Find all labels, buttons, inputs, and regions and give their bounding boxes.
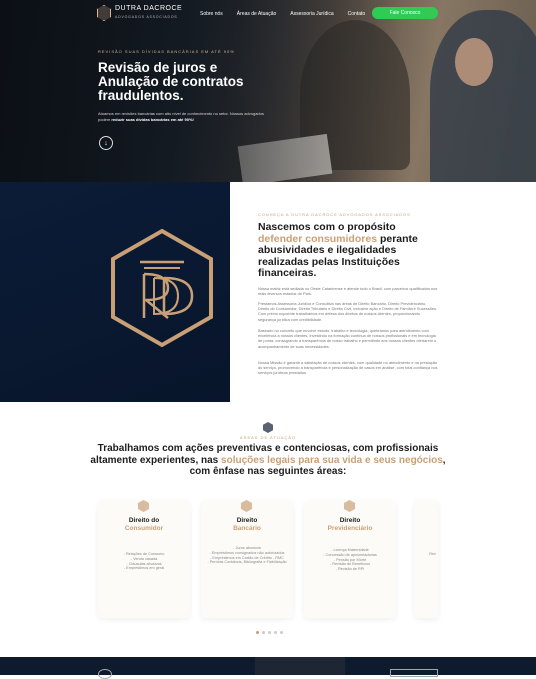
list-item: - Perícias Contábeis, Bibliografia e Fia… [207, 560, 287, 565]
area-card-partial[interactable]: Rev [414, 500, 438, 618]
areas-title: Trabalhamos com ações preventivas e cont… [90, 443, 446, 478]
card-title-line: Direito [236, 517, 258, 524]
card-list: - Juros abusivos - Empréstimos consignad… [201, 546, 293, 565]
logo-icon [98, 669, 112, 679]
areas-title-accent: soluções legais para sua vida e seus neg… [221, 454, 443, 466]
card-list: Rev [414, 552, 438, 557]
logo-name: DUTRA DACROCE [115, 5, 183, 12]
card-title-line: Direito [339, 517, 361, 524]
shield-icon [344, 500, 355, 512]
list-item: - Empréstimos consignados não autorizado… [209, 550, 285, 555]
area-card-consumidor[interactable]: Direito do Consumidor - Relações de Consu… [98, 500, 190, 618]
arrow-down-icon[interactable]: ↓ [99, 136, 113, 150]
monogram-logo-icon [111, 228, 213, 348]
card-title: Direito Previdenciário [304, 517, 396, 532]
photo-placeholder [255, 657, 345, 675]
top-navigation: DUTRA DACROCE ADVOGADOS ASSOCIADOS Sobre… [0, 0, 536, 28]
menu-item-sobre[interactable]: Sobre nós [200, 11, 223, 17]
carousel-dot[interactable] [280, 631, 283, 634]
card-title-accent: Bancário [233, 524, 261, 532]
about-title-accent: defender consumidores [258, 232, 378, 245]
card-list: - Licença Maternidade - Concessão de apo… [304, 548, 396, 572]
hero-lead-bold: reduzir suas dívidas bancárias em até 90… [111, 116, 194, 122]
scale-icon [138, 500, 149, 512]
card-title: Direito Bancário [201, 517, 293, 532]
about-paragraph: Prestamos Assessoria Jurídica e Consulti… [258, 301, 438, 322]
about-brand-panel [0, 182, 230, 402]
logo[interactable]: DUTRA DACROCE ADVOGADOS ASSOCIADOS [97, 5, 182, 21]
carousel-dot[interactable] [262, 631, 265, 634]
about-paragraph: Baseado no conceito que envolve estudo, … [258, 328, 437, 349]
list-item: Rev [429, 552, 436, 556]
about-title-text: Nascemos com o propósito [258, 221, 396, 233]
logo-subtitle: ADVOGADOS ASSOCIADOS [115, 15, 178, 19]
main-menu: Sobre nós Áreas de Atuação Assessoria Ju… [200, 11, 365, 17]
menu-item-areas[interactable]: Áreas de Atuação [237, 11, 276, 17]
card-list: - Relações de Consumo - Venda casada - C… [98, 552, 190, 571]
areas-section: ÁREAS DE ATUAÇÃO Trabalhamos com ações p… [0, 402, 536, 657]
hero-eyebrow: REVISÃO SUAS DÍVIDAS BANCÁRIAS EM ATÉ 90… [98, 49, 235, 54]
list-item: - Revisão de RPI [335, 567, 365, 572]
about-eyebrow: CONHEÇA A DUTRA DACROCE ADVOGADOS ASSOCI… [258, 212, 411, 217]
card-title-accent: Consumidor [124, 524, 164, 532]
menu-item-contato[interactable]: Contato [348, 11, 366, 17]
carousel-dot[interactable] [274, 631, 277, 634]
hex-badge-icon [263, 422, 273, 433]
list-item: - Empréstimos em geral [123, 566, 165, 571]
card-title-line: Direito do [128, 517, 160, 524]
bank-icon [241, 500, 252, 512]
area-card-previdenciario[interactable]: Direito Previdenciário - Licença Maternid… [304, 500, 396, 618]
hero-title: Revisão de juros e Anulação de contratos… [98, 60, 244, 103]
areas-eyebrow: ÁREAS DE ATUAÇÃO [239, 435, 297, 440]
about-section: CONHEÇA A DUTRA DACROCE ADVOGADOS ASSOCI… [0, 182, 536, 402]
contact-button[interactable]: Fale Conosco [372, 7, 438, 19]
outline-button[interactable] [390, 669, 438, 677]
hero-lead: Atuamos em revisões bancárias com alto n… [98, 111, 268, 122]
card-title-accent: Previdenciário [327, 524, 373, 532]
area-card-bancario[interactable]: Direito Bancário - Juros abusivos - Empré… [201, 500, 293, 618]
about-paragraph: Nossa Missão é garantir a satisfação de … [258, 360, 438, 376]
about-title: Nascemos com o propósito defender consum… [258, 221, 438, 280]
logo-hex-icon [97, 5, 111, 21]
card-title: Direito do Consumidor [98, 517, 190, 532]
menu-item-assessoria[interactable]: Assessoria Jurídica [290, 11, 333, 17]
carousel-dot[interactable] [256, 631, 259, 634]
carousel-dot[interactable] [268, 631, 271, 634]
hero-section: DUTRA DACROCE ADVOGADOS ASSOCIADOS Sobre… [0, 0, 536, 182]
carousel-dots [256, 631, 283, 634]
next-section-strip [0, 657, 536, 679]
about-paragraph: Nossa matriz está sediada no Oeste Catar… [258, 286, 438, 297]
